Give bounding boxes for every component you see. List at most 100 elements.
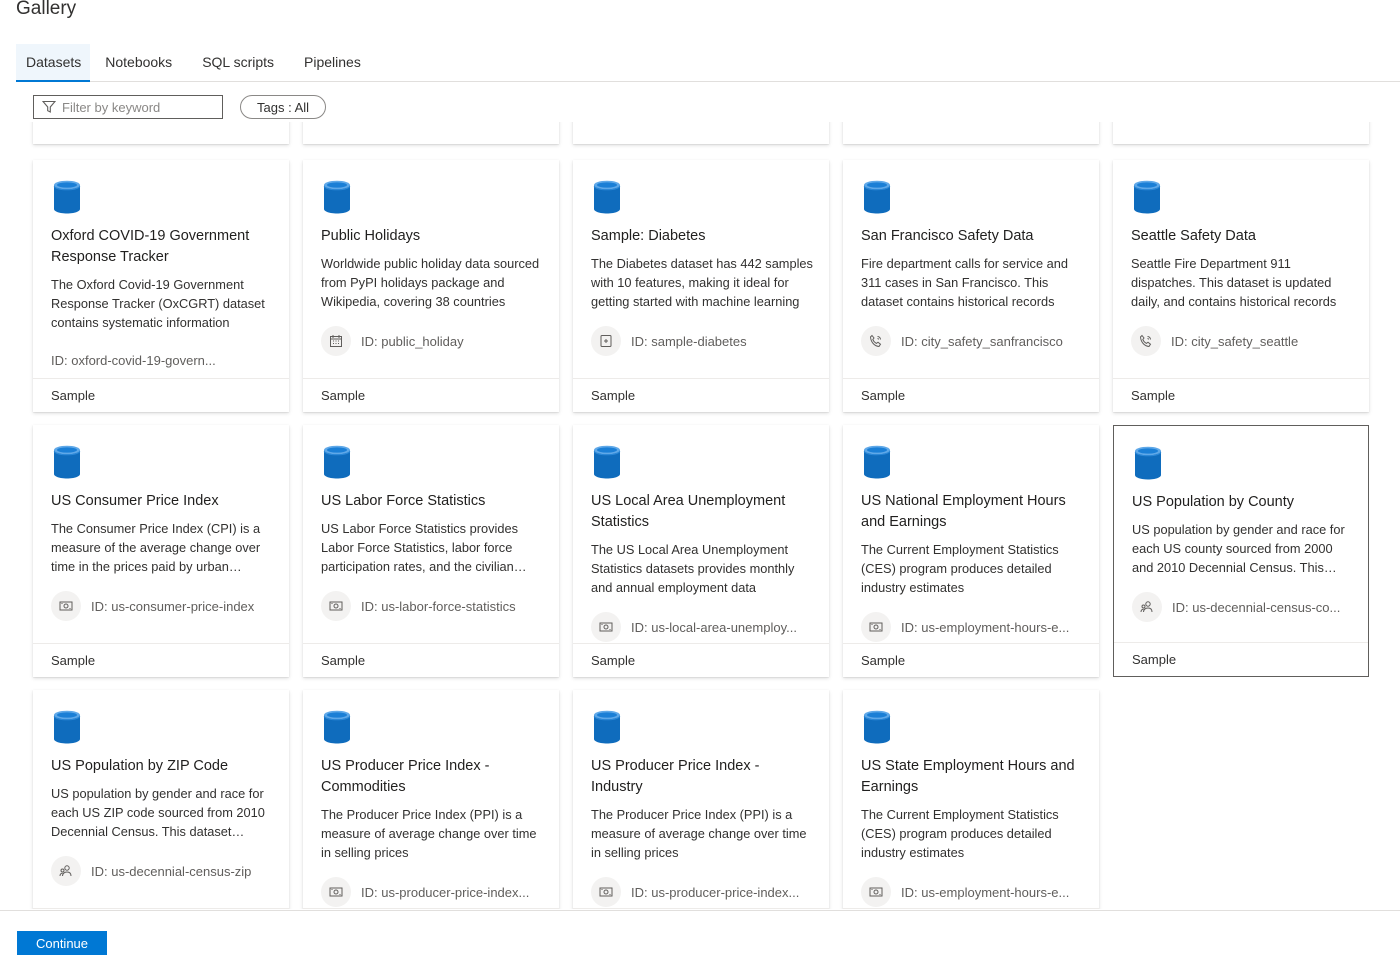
people-icon bbox=[51, 856, 81, 886]
database-icon bbox=[323, 445, 351, 484]
card-id: ID: us-producer-price-index... bbox=[591, 877, 815, 907]
dataset-card[interactable]: San Francisco Safety Data Fire department… bbox=[843, 160, 1099, 412]
card-id-text: ID: us-consumer-price-index bbox=[91, 598, 255, 614]
medical-icon bbox=[591, 326, 621, 356]
card-description: The Producer Price Index (PPI) is a meas… bbox=[321, 807, 537, 860]
card-description: The Current Employment Statistics (CES) … bbox=[861, 542, 1059, 595]
dataset-card[interactable]: US State Employment Hours and Earnings Th… bbox=[843, 690, 1099, 909]
card-footer: Sample bbox=[303, 643, 559, 677]
dataset-card[interactable]: US Population by ZIP Code US population b… bbox=[33, 690, 289, 909]
filter-icon bbox=[42, 100, 56, 113]
gallery-page: Gallery Datasets Notebooks SQL scripts P… bbox=[0, 0, 1400, 962]
database-icon bbox=[323, 180, 351, 219]
card-id: ID: public_holiday bbox=[321, 326, 545, 356]
card-id-text: ID: city_safety_sanfrancisco bbox=[901, 333, 1063, 349]
dataset-card[interactable]: Public Holidays Worldwide public holiday … bbox=[303, 160, 559, 412]
tab-datasets[interactable]: Datasets bbox=[16, 44, 91, 82]
tab-pipelines[interactable]: Pipelines bbox=[289, 44, 376, 82]
filter-input[interactable]: Filter by keyword bbox=[33, 95, 223, 119]
card-title: US Local Area Unemployment Statistics bbox=[591, 493, 786, 530]
card-id: ID: us-employment-hours-e... bbox=[861, 612, 1085, 642]
dataset-card[interactable]: Sample: Diabetes The Diabetes dataset has… bbox=[573, 160, 829, 412]
dataset-grid: Oxford COVID-19 Government Response Trac… bbox=[0, 122, 1400, 909]
card-id-text: ID: us-producer-price-index... bbox=[361, 884, 530, 900]
phone-icon bbox=[1131, 326, 1161, 356]
card-id-text: ID: us-local-area-unemploy... bbox=[631, 619, 797, 635]
database-icon bbox=[593, 445, 621, 484]
card-id-text: ID: sample-diabetes bbox=[631, 333, 747, 349]
footer-bar: Continue bbox=[0, 910, 1400, 962]
card-footer: Sample bbox=[843, 908, 1099, 909]
dataset-card[interactable]: US Producer Price Index - Commodities The… bbox=[303, 690, 559, 909]
card-description: The Current Employment Statistics (CES) … bbox=[861, 807, 1059, 860]
tab-notebooks[interactable]: Notebooks bbox=[90, 44, 187, 82]
dataset-card[interactable]: US Population by County US population by … bbox=[1113, 425, 1369, 677]
card-description: US population by gender and race for eac… bbox=[51, 786, 265, 839]
tags-filter-button[interactable]: Tags : All bbox=[240, 95, 327, 119]
database-icon bbox=[863, 445, 891, 484]
phone-icon bbox=[861, 326, 891, 356]
card-title: US Producer Price Index - Commodities bbox=[321, 758, 490, 795]
card-id-text: ID: us-employment-hours-e... bbox=[901, 884, 1070, 900]
card-description: The Producer Price Index (PPI) is a meas… bbox=[591, 807, 807, 860]
dataset-card[interactable]: US Labor Force Statistics US Labor Force … bbox=[303, 425, 559, 677]
card-title: US Labor Force Statistics bbox=[321, 493, 486, 509]
database-icon bbox=[1134, 446, 1162, 485]
card-description: Fire department calls for service and 31… bbox=[861, 256, 1068, 309]
card-footer: Sample bbox=[1114, 642, 1368, 676]
card-id: ID: city_safety_sanfrancisco bbox=[861, 326, 1085, 356]
card-description: The Consumer Price Index (CPI) is a meas… bbox=[51, 521, 261, 574]
card-footer: Sample bbox=[1113, 378, 1369, 412]
continue-button[interactable]: Continue bbox=[17, 931, 107, 955]
money-icon bbox=[591, 877, 621, 907]
card-partial[interactable] bbox=[303, 122, 559, 144]
database-icon bbox=[863, 710, 891, 749]
card-footer: Sample bbox=[303, 908, 559, 909]
database-icon bbox=[53, 445, 81, 484]
database-icon bbox=[863, 180, 891, 219]
database-icon bbox=[53, 710, 81, 749]
money-icon bbox=[321, 591, 351, 621]
money-icon bbox=[51, 591, 81, 621]
tab-bar: Datasets Notebooks SQL scripts Pipelines bbox=[16, 44, 1400, 82]
card-partial[interactable] bbox=[33, 122, 289, 144]
card-footer: Sample bbox=[33, 378, 289, 412]
card-title: Sample: Diabetes bbox=[591, 228, 706, 244]
card-footer: Sample bbox=[33, 908, 289, 909]
card-title: US State Employment Hours and Earnings bbox=[861, 758, 1075, 795]
database-icon bbox=[593, 180, 621, 219]
card-description: The Diabetes dataset has 442 samples wit… bbox=[591, 256, 813, 309]
card-footer: Sample bbox=[33, 643, 289, 677]
card-title: Public Holidays bbox=[321, 228, 421, 244]
dataset-card[interactable]: Oxford COVID-19 Government Response Trac… bbox=[33, 160, 289, 412]
dataset-card[interactable]: US Consumer Price Index The Consumer Pric… bbox=[33, 425, 289, 677]
dataset-card[interactable]: US Local Area Unemployment Statistics The… bbox=[573, 425, 829, 677]
dataset-card[interactable]: US National Employment Hours and Earning… bbox=[843, 425, 1099, 677]
database-icon bbox=[1133, 180, 1161, 219]
card-id-text: ID: us-producer-price-index... bbox=[631, 884, 800, 900]
card-partial[interactable] bbox=[1113, 122, 1369, 144]
card-id: ID: us-decennial-census-co... bbox=[1132, 592, 1354, 622]
card-id-text: ID: us-employment-hours-e... bbox=[901, 619, 1070, 635]
card-title: US National Employment Hours and Earning… bbox=[861, 493, 1066, 530]
card-title: Oxford COVID-19 Government Response Trac… bbox=[51, 228, 250, 265]
card-title: US Population by ZIP Code bbox=[51, 758, 229, 774]
page-title: Gallery bbox=[16, 0, 77, 19]
card-description: US Labor Force Statistics provides Labor… bbox=[321, 521, 519, 574]
tab-sql-scripts[interactable]: SQL scripts bbox=[187, 44, 289, 82]
card-id-text: ID: oxford-covid-19-govern... bbox=[51, 353, 216, 368]
card-title: US Population by County bbox=[1132, 494, 1295, 510]
card-title: US Consumer Price Index bbox=[51, 493, 219, 509]
people-icon bbox=[1132, 592, 1162, 622]
card-description: The US Local Area Unemployment Statistic… bbox=[591, 542, 795, 595]
card-description: Worldwide public holiday data sourced fr… bbox=[321, 256, 540, 309]
money-icon bbox=[861, 612, 891, 642]
card-id: ID: us-decennial-census-zip bbox=[51, 856, 275, 886]
card-id: ID: city_safety_seattle bbox=[1131, 326, 1355, 356]
card-partial[interactable] bbox=[573, 122, 829, 144]
card-title: Seattle Safety Data bbox=[1131, 228, 1256, 244]
dataset-card[interactable]: US Producer Price Index - Industry The Pr… bbox=[573, 690, 829, 909]
dataset-card[interactable]: Seattle Safety Data Seattle Fire Departme… bbox=[1113, 160, 1369, 412]
card-footer: Sample bbox=[573, 643, 829, 677]
card-partial[interactable] bbox=[843, 122, 1099, 144]
